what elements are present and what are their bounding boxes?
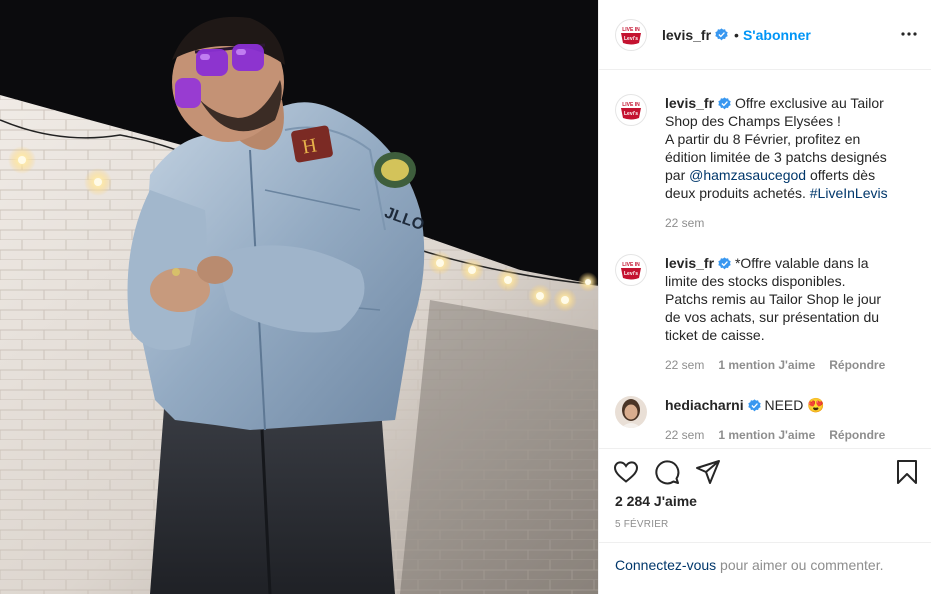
share-icon[interactable] xyxy=(695,459,721,485)
caption-text-fragment: par xyxy=(665,167,690,183)
levis-avatar[interactable]: LIVE IN Levi's xyxy=(615,94,647,126)
caption-line: A partir du 8 Février, profitez en xyxy=(665,131,861,147)
follow-button[interactable]: S'abonner xyxy=(743,27,811,43)
comment-likes-button[interactable]: 1 mention J'aime xyxy=(718,358,815,372)
login-prompt: Connectez-vous pour aimer ou commenter. xyxy=(599,542,931,594)
caption-text: levis_fr Offre exclusive au Tailor Shop … xyxy=(665,94,915,202)
comment-line: de vos achats, sur présentation du xyxy=(665,309,880,325)
likes-count[interactable]: 2 284 J'aime xyxy=(615,493,697,509)
comment-author[interactable]: hediacharni xyxy=(665,397,744,413)
hashtag-link[interactable]: #LiveInLevis xyxy=(810,185,888,201)
verified-badge-icon xyxy=(718,97,731,110)
comment-icon[interactable] xyxy=(654,459,680,485)
comment-likes-button[interactable]: 1 mention J'aime xyxy=(718,428,815,442)
caption-line: Offre exclusive au Tailor xyxy=(734,95,884,111)
action-icons xyxy=(613,459,721,485)
levis-avatar[interactable]: LIVE IN Levi's xyxy=(615,18,647,51)
levis-avatar-top-text: LIVE IN xyxy=(622,102,640,108)
avatar[interactable] xyxy=(615,396,647,428)
comment-author[interactable]: levis_fr xyxy=(665,95,714,111)
reply-button[interactable]: Répondre xyxy=(829,428,885,442)
levis-avatar[interactable]: LIVE IN Levi's xyxy=(615,254,647,286)
login-link[interactable]: Connectez-vous xyxy=(615,557,716,573)
post-date[interactable]: 5 février xyxy=(615,519,668,530)
reply-button[interactable]: Répondre xyxy=(829,358,885,372)
verified-badge-icon xyxy=(747,399,761,412)
caption-text-fragment: deux produits achetés. xyxy=(665,185,810,201)
instagram-post: H JLLO LIVE IN Levi's levis_fr • S'abonn… xyxy=(0,0,931,594)
comment-line: limite des stocks disponibles. xyxy=(665,273,846,289)
more-options-icon[interactable] xyxy=(900,25,918,43)
comment-line: NEED xyxy=(764,397,804,413)
levis-avatar-top-text: LIVE IN xyxy=(622,262,640,268)
comment-line: ticket de caisse. xyxy=(665,327,765,343)
levis-avatar-brand-text: Levi's xyxy=(624,111,638,117)
post-actions: 2 284 J'aime 5 février Connectez-vous po… xyxy=(599,448,931,594)
caption-text-fragment: offerts dès xyxy=(806,167,876,183)
heart-eyes-emoji: 😍 xyxy=(807,397,825,413)
heart-icon[interactable] xyxy=(613,459,639,485)
login-prompt-text: pour aimer ou commenter. xyxy=(716,557,884,573)
comment-author[interactable]: levis_fr xyxy=(665,255,714,271)
post-photo[interactable]: H JLLO xyxy=(0,0,598,594)
levis-avatar-brand-text: Levi's xyxy=(624,271,638,277)
post-header: LIVE IN Levi's levis_fr • S'abonner xyxy=(599,0,931,70)
save-button[interactable] xyxy=(894,459,920,485)
comment-time[interactable]: 22 sem xyxy=(665,358,704,372)
comment-line: *Offre valable dans la xyxy=(734,255,869,271)
verified-badge-icon xyxy=(718,257,731,270)
comment-meta: 22 sem xyxy=(665,216,704,230)
comment-meta: 22 sem 1 mention J'aime Répondre xyxy=(665,428,885,442)
bookmark-icon[interactable] xyxy=(894,459,920,485)
comment-time[interactable]: 22 sem xyxy=(665,428,704,442)
levis-avatar-top-text: LIVE IN xyxy=(622,27,640,33)
verified-badge-icon xyxy=(715,28,728,41)
comment-text: hediacharni NEED 😍 xyxy=(665,396,915,414)
comments-list[interactable]: LIVE IN Levi's levis_fr Offre exclusive … xyxy=(599,71,931,447)
comment-meta: 22 sem 1 mention J'aime Répondre xyxy=(665,358,885,372)
caption-line: Shop des Champs Elysées ! xyxy=(665,113,841,129)
post-side-panel: LIVE IN Levi's levis_fr • S'abonner LIVE… xyxy=(598,0,931,594)
comment-text: levis_fr *Offre valable dans la limite d… xyxy=(665,254,915,344)
comment-line: Patchs remis au Tailor Shop le jour xyxy=(665,291,882,307)
header-separator: • xyxy=(734,26,739,43)
account-username[interactable]: levis_fr xyxy=(662,27,711,43)
caption-line: édition limitée de 3 patchs designés xyxy=(665,149,887,165)
comment-time[interactable]: 22 sem xyxy=(665,216,704,230)
mention-link[interactable]: @hamzasaucegod xyxy=(689,167,806,183)
levis-avatar-brand-text: Levi's xyxy=(624,36,638,42)
